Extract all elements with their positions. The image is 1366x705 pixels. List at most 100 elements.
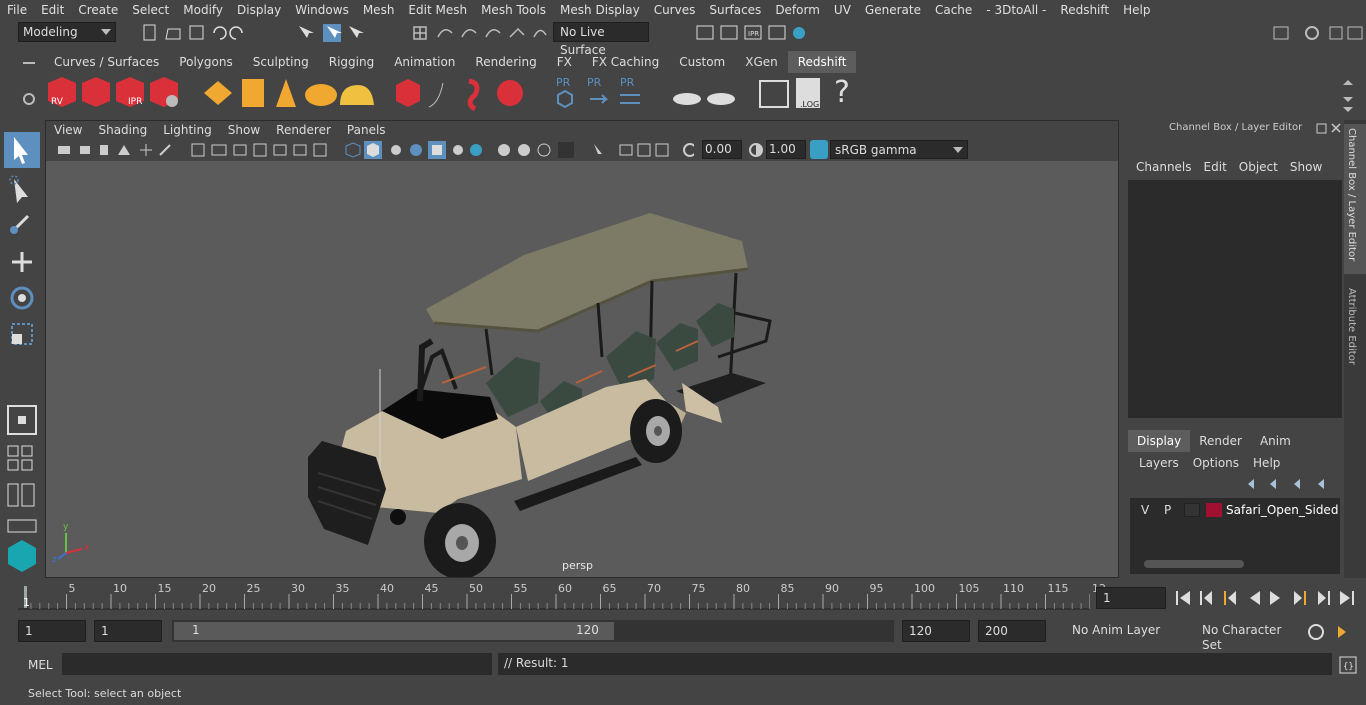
- menu-help[interactable]: Help: [1116, 3, 1157, 17]
- shelf-tab-redshift[interactable]: Redshift: [787, 51, 857, 73]
- menu-cache[interactable]: Cache: [928, 3, 979, 17]
- playback-start-field[interactable]: 1: [94, 620, 162, 642]
- mode-selector[interactable]: Modeling: [18, 22, 116, 42]
- shelf-tab-fx-caching[interactable]: FX Caching: [582, 51, 669, 73]
- cb-menu-object[interactable]: Object: [1233, 160, 1284, 174]
- layer-menu-options[interactable]: Options: [1186, 456, 1246, 470]
- current-frame-field[interactable]: 1: [1096, 587, 1166, 609]
- menu-3dtoall[interactable]: - 3DtoAll -: [979, 3, 1053, 17]
- menu-display[interactable]: Display: [230, 3, 288, 17]
- timeline-tick-label: 10: [113, 582, 127, 595]
- layer-tab-render[interactable]: Render: [1190, 430, 1251, 452]
- playback-controls[interactable]: [1174, 589, 1360, 607]
- color-space-select[interactable]: sRGB gamma: [830, 140, 968, 159]
- layer-playback-toggle[interactable]: P: [1164, 503, 1171, 517]
- timeline-tick-label: 15: [157, 582, 172, 595]
- menu-edit[interactable]: Edit: [34, 3, 71, 17]
- shelf-tab-rigging[interactable]: Rigging: [319, 51, 384, 73]
- help-line: Select Tool: select an object: [0, 683, 1366, 705]
- render-icons[interactable]: IPR: [695, 23, 815, 43]
- menu-mesh-display[interactable]: Mesh Display: [553, 3, 647, 17]
- shelf-tab-polygons[interactable]: Polygons: [169, 51, 242, 73]
- help-icon[interactable]: ?: [834, 75, 850, 110]
- menu-deform[interactable]: Deform: [768, 3, 827, 17]
- anim-layer-select[interactable]: No Anim Layer: [1050, 620, 1192, 642]
- gamma-icon[interactable]: [748, 142, 764, 158]
- time-slider[interactable]: 5 10 15 20 25 30 35 40 45 50 55 60 65 70 75 80 85 90 95 100…: [18, 582, 1106, 610]
- cb-menu-show[interactable]: Show: [1284, 160, 1328, 174]
- menu-edit-mesh[interactable]: Edit Mesh: [401, 3, 474, 17]
- range-slider-bar[interactable]: [174, 622, 614, 640]
- menu-surfaces[interactable]: Surfaces: [702, 3, 768, 17]
- menu-select[interactable]: Select: [125, 3, 176, 17]
- menu-curves[interactable]: Curves: [647, 3, 703, 17]
- character-set-select[interactable]: No Character Set: [1178, 620, 1304, 652]
- menu-mesh[interactable]: Mesh: [356, 3, 402, 17]
- shelf-tab-sculpting[interactable]: Sculpting: [243, 51, 319, 73]
- transform-tool-icons[interactable]: [4, 174, 40, 354]
- viewport-toolbar-icons[interactable]: [54, 141, 694, 159]
- pr-label-3: PR: [620, 76, 635, 89]
- shelf-tab-custom[interactable]: Custom: [669, 51, 735, 73]
- gamma-field[interactable]: 1.00: [766, 140, 806, 159]
- shelf-scroll-icon[interactable]: [1340, 75, 1356, 113]
- layer-menu-help[interactable]: Help: [1246, 456, 1287, 470]
- layout-icons[interactable]: [4, 404, 40, 574]
- menu-create[interactable]: Create: [71, 3, 125, 17]
- script-editor-icon[interactable]: {}: [1338, 655, 1358, 675]
- side-tab-channel-box[interactable]: Channel Box / Layer Editor: [1344, 124, 1366, 274]
- vp-menu-view[interactable]: View: [46, 121, 90, 139]
- layer-menu-layers[interactable]: Layers: [1132, 456, 1186, 470]
- layer-color-swatch[interactable]: [1206, 503, 1222, 517]
- menu-mesh-tools[interactable]: Mesh Tools: [474, 3, 553, 17]
- layer-tab-display[interactable]: Display: [1128, 430, 1191, 452]
- command-line: MEL // Result: 1 {}: [0, 652, 1366, 678]
- menu-file[interactable]: File: [0, 3, 34, 17]
- vp-menu-show[interactable]: Show: [220, 121, 268, 139]
- vp-menu-shading[interactable]: Shading: [90, 121, 155, 139]
- color-management-toggle[interactable]: [810, 140, 828, 159]
- live-surface-field[interactable]: No Live Surface: [553, 22, 649, 57]
- layer-name[interactable]: Safari_Open_Sided_4x: [1226, 503, 1338, 517]
- menu-redshift[interactable]: Redshift: [1053, 3, 1116, 17]
- menu-uv[interactable]: UV: [827, 3, 858, 17]
- command-input[interactable]: [62, 653, 492, 675]
- cb-menu-channels[interactable]: Channels: [1130, 160, 1198, 174]
- script-language-label[interactable]: MEL: [28, 658, 53, 672]
- layer-reference-toggle[interactable]: [1184, 503, 1200, 517]
- redshift-shelf-icons[interactable]: [44, 73, 924, 115]
- shelf-options-icons[interactable]: [20, 55, 38, 115]
- layer-visibility-toggle[interactable]: V: [1141, 503, 1149, 517]
- workspace-icons[interactable]: [1272, 23, 1366, 43]
- vp-menu-lighting[interactable]: Lighting: [155, 121, 220, 139]
- shelf-tab-fx[interactable]: FX: [547, 51, 582, 73]
- shelf-tab-xgen[interactable]: XGen: [735, 51, 788, 73]
- menu-windows[interactable]: Windows: [288, 3, 356, 17]
- vp-menu-renderer[interactable]: Renderer: [268, 121, 339, 139]
- side-tab-attribute-editor[interactable]: Attribute Editor: [1344, 284, 1366, 384]
- scene-start-field[interactable]: 1: [18, 620, 86, 642]
- shelf-tab-animation[interactable]: Animation: [384, 51, 465, 73]
- file-icons[interactable]: [140, 23, 260, 43]
- vp-menu-panels[interactable]: Panels: [339, 121, 394, 139]
- menu-generate[interactable]: Generate: [858, 3, 928, 17]
- layer-tab-anim[interactable]: Anim: [1251, 430, 1300, 452]
- selection-mask-icons[interactable]: [295, 23, 365, 43]
- 3d-viewport[interactable]: y x z persp: [46, 161, 1118, 579]
- shelf-tab-curves-surfaces[interactable]: Curves / Surfaces: [44, 51, 169, 73]
- anim-pref-icons[interactable]: [1306, 622, 1356, 642]
- playback-end-field[interactable]: 120: [902, 620, 970, 642]
- menu-modify[interactable]: Modify: [176, 3, 230, 17]
- select-tool[interactable]: [4, 132, 40, 168]
- layer-list-scrollbar[interactable]: [1144, 560, 1244, 568]
- snap-icons[interactable]: [410, 23, 550, 43]
- exposure-field[interactable]: 0.00: [702, 140, 742, 159]
- layer-action-icons[interactable]: [1244, 476, 1334, 492]
- channel-box-list[interactable]: [1128, 180, 1342, 418]
- layer-row[interactable]: V P Safari_Open_Sided_4x: [1132, 500, 1338, 520]
- range-slider[interactable]: 1 120: [172, 620, 894, 642]
- cb-menu-edit[interactable]: Edit: [1198, 160, 1233, 174]
- panel-float-close-icons[interactable]: [1316, 122, 1344, 136]
- scene-end-field[interactable]: 200: [978, 620, 1046, 642]
- shelf-tab-rendering[interactable]: Rendering: [465, 51, 546, 73]
